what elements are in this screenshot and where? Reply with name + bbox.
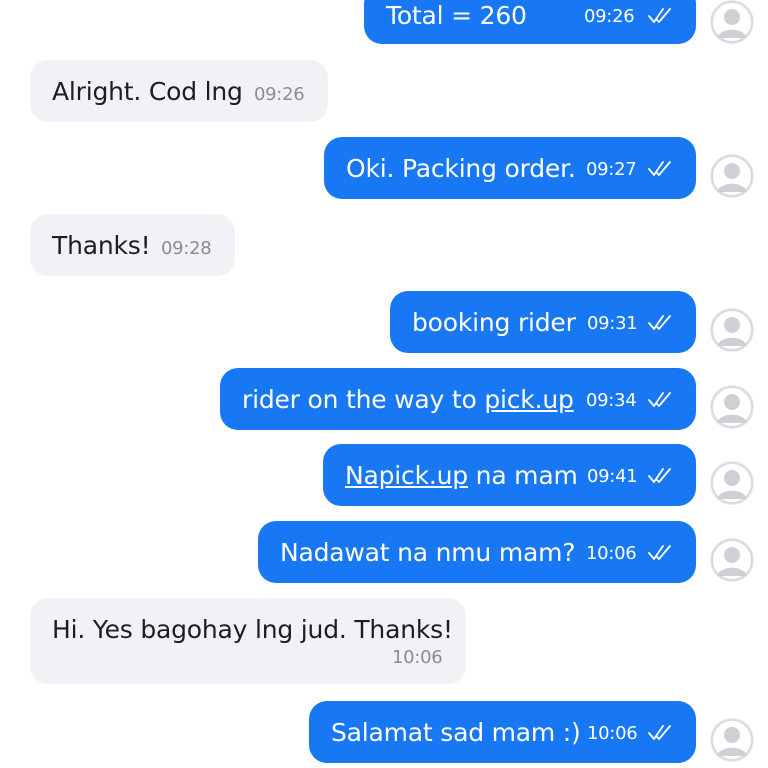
avatar[interactable]	[710, 718, 754, 762]
message-text: Alright. Cod lng	[52, 77, 243, 106]
message-time: 09:34	[586, 390, 637, 411]
message-bubble-outgoing[interactable]: Napick.up na mam 09:41	[323, 444, 696, 506]
message-bubble-outgoing[interactable]: Nadawat na nmu mam? 10:06	[258, 521, 696, 583]
double-check-icon	[648, 161, 671, 176]
message-bubble-outgoing[interactable]: booking rider 09:31	[390, 291, 696, 353]
message-text-suffix: na mam	[467, 461, 578, 490]
message-time: 10:06	[586, 543, 637, 564]
message-time: 09:26	[254, 84, 305, 105]
message-text: booking rider	[412, 308, 576, 337]
message-time: 10:06	[392, 647, 443, 668]
message-bubble-outgoing[interactable]: rider on the way to pick.up 09:34	[220, 368, 696, 430]
message-time: 09:26	[584, 6, 635, 27]
default-avatar-icon	[711, 719, 753, 761]
double-check-icon	[648, 725, 671, 740]
message-bubble-outgoing[interactable]: Oki. Packing order. 09:27	[324, 137, 696, 199]
avatar[interactable]	[710, 538, 754, 582]
message-time: 09:31	[587, 313, 638, 334]
message-bubble-outgoing[interactable]: Total = 260 09:26	[364, 0, 696, 44]
message-bubble-incoming[interactable]: Hi. Yes bagohay lng jud. Thanks! 10:06	[30, 598, 466, 684]
message-bubble-incoming[interactable]: Alright. Cod lng 09:26	[30, 60, 328, 122]
default-avatar-icon	[711, 462, 753, 504]
avatar[interactable]	[710, 0, 754, 44]
double-check-icon	[648, 315, 671, 330]
avatar[interactable]	[710, 308, 754, 352]
message-bubble-incoming[interactable]: Thanks! 09:28	[30, 214, 235, 276]
message-text: Oki. Packing order.	[346, 154, 576, 183]
message-text: Salamat sad mam :)	[331, 718, 581, 747]
message-text-prefix: rider on the way to	[242, 385, 485, 414]
double-check-icon	[648, 392, 671, 407]
message-link[interactable]: pick.up	[484, 385, 574, 414]
message-time: 10:06	[587, 723, 638, 744]
double-check-icon	[648, 468, 671, 483]
message-text: Napick.up na mam	[345, 463, 578, 488]
double-check-icon	[648, 545, 671, 560]
default-avatar-icon	[711, 155, 753, 197]
double-check-icon	[648, 8, 671, 23]
avatar[interactable]	[710, 461, 754, 505]
message-text: Thanks!	[52, 231, 151, 260]
avatar[interactable]	[710, 154, 754, 198]
message-link[interactable]: Napick.up	[345, 461, 468, 490]
message-text: rider on the way to pick.up	[242, 387, 574, 412]
default-avatar-icon	[711, 309, 753, 351]
default-avatar-icon	[711, 1, 753, 43]
message-time: 09:28	[161, 238, 212, 259]
default-avatar-icon	[711, 539, 753, 581]
message-time: 09:41	[587, 466, 638, 487]
message-text: Hi. Yes bagohay lng jud. Thanks!	[52, 615, 453, 644]
message-text: Nadawat na nmu mam?	[280, 538, 576, 567]
message-bubble-outgoing[interactable]: Salamat sad mam :) 10:06	[309, 701, 696, 763]
avatar[interactable]	[710, 385, 754, 429]
message-text: Total = 260	[386, 1, 527, 30]
default-avatar-icon	[711, 386, 753, 428]
message-time: 09:27	[586, 159, 637, 180]
